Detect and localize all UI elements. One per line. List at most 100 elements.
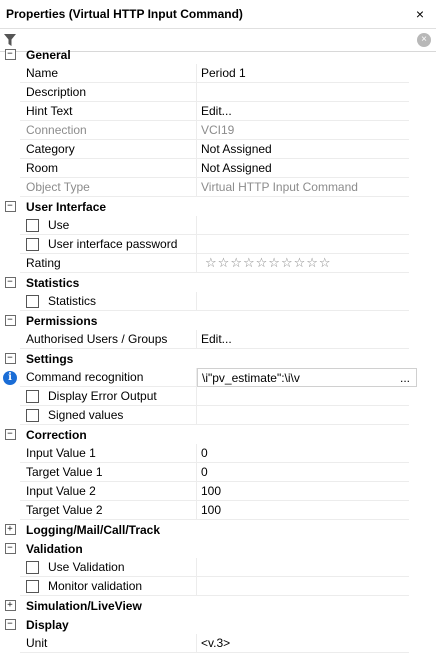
property-value[interactable]: 0 <box>197 463 409 482</box>
property-name: Input Value 1 <box>20 444 197 463</box>
property-row-input-value-1[interactable]: Input Value 1 0 <box>0 444 436 463</box>
property-row-description[interactable]: Description <box>0 83 436 102</box>
property-value[interactable] <box>197 406 409 425</box>
star-icon[interactable]: ☆ <box>230 257 242 270</box>
property-value[interactable] <box>197 216 409 235</box>
property-row-unit[interactable]: Unit <v.3> <box>0 634 436 653</box>
star-icon[interactable]: ☆ <box>281 257 293 270</box>
star-icon[interactable]: ☆ <box>205 257 217 270</box>
property-value[interactable]: Edit... <box>197 102 409 121</box>
collapse-icon[interactable]: − <box>4 353 16 364</box>
property-row-hint-text[interactable]: Hint Text Edit... <box>0 102 436 121</box>
monitor-validation-checkbox[interactable] <box>26 579 39 593</box>
use-validation-checkbox[interactable] <box>26 560 39 574</box>
category-user-interface[interactable]: − User Interface <box>0 197 436 216</box>
collapse-icon[interactable]: − <box>4 277 16 288</box>
property-value[interactable] <box>197 292 409 311</box>
checkbox-label: Display Error Output <box>48 389 157 403</box>
property-grid: − General Name Period 1 Description Hint… <box>0 45 436 653</box>
property-value[interactable]: 100 <box>197 482 409 501</box>
star-icon[interactable]: ☆ <box>256 257 268 270</box>
signed-values-checkbox[interactable] <box>26 408 39 422</box>
star-icon[interactable]: ☆ <box>319 257 331 270</box>
property-name: Command recognition <box>20 368 197 387</box>
collapse-icon[interactable]: − <box>4 619 16 630</box>
property-row-monitor-validation[interactable]: Monitor validation <box>0 577 436 596</box>
property-row-target-value-2[interactable]: Target Value 2 100 <box>0 501 436 520</box>
rating-value: ☆ ☆ ☆ ☆ ☆ ☆ ☆ ☆ ☆ ☆ <box>197 254 409 273</box>
property-row-target-value-1[interactable]: Target Value 1 0 <box>0 463 436 482</box>
info-icon[interactable]: i <box>3 370 17 385</box>
category-settings[interactable]: − Settings <box>0 349 436 368</box>
property-row-name[interactable]: Name Period 1 <box>0 64 436 83</box>
expand-icon[interactable]: + <box>4 600 16 611</box>
star-icon[interactable]: ☆ <box>294 257 306 270</box>
star-icon[interactable]: ☆ <box>306 257 318 270</box>
property-name: Input Value 2 <box>20 482 197 501</box>
category-logging[interactable]: + Logging/Mail/Call/Track <box>0 520 436 539</box>
property-name: Unit <box>20 634 197 653</box>
collapse-icon[interactable]: − <box>4 543 16 554</box>
property-value[interactable]: 100 <box>197 501 409 520</box>
category-label: Settings <box>26 351 74 366</box>
use-checkbox[interactable] <box>26 218 39 232</box>
expand-icon[interactable]: + <box>4 524 16 535</box>
property-value[interactable]: 0 <box>197 444 409 463</box>
property-row-display-error-output[interactable]: Display Error Output <box>0 387 436 406</box>
property-value[interactable]: Period 1 <box>197 64 409 83</box>
property-value[interactable]: Not Assigned <box>197 140 409 159</box>
property-row-statistics[interactable]: Statistics <box>0 292 436 311</box>
property-row-rating[interactable]: Rating ☆ ☆ ☆ ☆ ☆ ☆ ☆ ☆ ☆ ☆ <box>0 254 436 273</box>
property-value[interactable]: <v.3> <box>197 634 409 653</box>
category-display[interactable]: − Display <box>0 615 436 634</box>
display-error-output-checkbox[interactable] <box>26 389 39 403</box>
property-row-authorised[interactable]: Authorised Users / Groups Edit... <box>0 330 436 349</box>
category-general[interactable]: − General <box>0 45 436 64</box>
category-label: Display <box>26 617 69 632</box>
category-permissions[interactable]: − Permissions <box>0 311 436 330</box>
property-name: Target Value 1 <box>20 463 197 482</box>
property-value[interactable] <box>197 235 409 254</box>
category-label: Simulation/LiveView <box>26 598 142 613</box>
category-label: Permissions <box>26 313 98 328</box>
ui-password-checkbox[interactable] <box>26 237 39 251</box>
property-name: Statistics <box>20 292 197 311</box>
category-simulation[interactable]: + Simulation/LiveView <box>0 596 436 615</box>
category-correction[interactable]: − Correction <box>0 425 436 444</box>
property-value[interactable] <box>197 387 409 406</box>
property-row-command-recognition[interactable]: i Command recognition \i"pv_estimate":\i… <box>0 368 436 387</box>
category-label: General <box>26 47 71 62</box>
star-icon[interactable]: ☆ <box>243 257 255 270</box>
star-icon[interactable]: ☆ <box>268 257 280 270</box>
collapse-icon[interactable]: − <box>4 201 16 212</box>
checkbox-label: Use Validation <box>48 560 125 574</box>
statistics-checkbox[interactable] <box>26 294 39 308</box>
property-row-use[interactable]: Use <box>0 216 436 235</box>
category-label: Correction <box>26 427 87 442</box>
title-bar: Properties (Virtual HTTP Input Command) … <box>0 0 436 29</box>
property-row-ui-password[interactable]: User interface password <box>0 235 436 254</box>
property-value[interactable] <box>197 558 409 577</box>
command-recognition-field[interactable]: \i"pv_estimate":\i\v ... <box>197 368 417 387</box>
property-value[interactable]: Edit... <box>197 330 409 349</box>
close-icon[interactable]: × <box>412 6 428 22</box>
property-value[interactable]: \i"pv_estimate":\i\v <box>202 371 300 385</box>
category-validation[interactable]: − Validation <box>0 539 436 558</box>
category-statistics[interactable]: − Statistics <box>0 273 436 292</box>
collapse-icon[interactable]: − <box>4 315 16 326</box>
property-value[interactable] <box>197 83 409 102</box>
window-title: Properties (Virtual HTTP Input Command) <box>6 7 243 21</box>
collapse-icon[interactable]: − <box>4 49 16 60</box>
property-value[interactable]: Not Assigned <box>197 159 409 178</box>
property-row-use-validation[interactable]: Use Validation <box>0 558 436 577</box>
ellipsis-button[interactable]: ... <box>400 371 410 385</box>
property-row-room[interactable]: Room Not Assigned <box>0 159 436 178</box>
property-row-category[interactable]: Category Not Assigned <box>0 140 436 159</box>
star-icon[interactable]: ☆ <box>218 257 230 270</box>
property-value[interactable] <box>197 577 409 596</box>
property-name: Description <box>20 83 197 102</box>
property-row-input-value-2[interactable]: Input Value 2 100 <box>0 482 436 501</box>
property-name: Signed values <box>20 406 197 425</box>
collapse-icon[interactable]: − <box>4 429 16 440</box>
property-row-signed-values[interactable]: Signed values <box>0 406 436 425</box>
